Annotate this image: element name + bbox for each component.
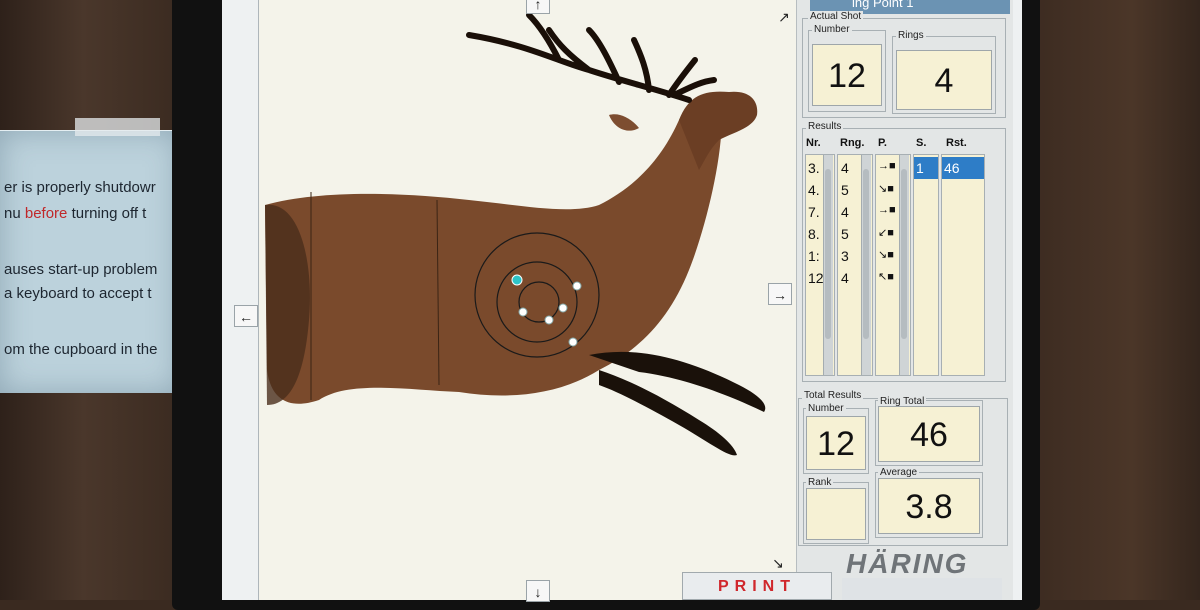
total-results-title: Total Results bbox=[802, 390, 864, 401]
deer-target[interactable] bbox=[259, 0, 799, 600]
shot-marker bbox=[544, 315, 554, 325]
list-item[interactable]: 7. bbox=[808, 204, 820, 220]
corner-resize-icon[interactable]: ↘ bbox=[766, 552, 790, 574]
col-rst-header: Rst. bbox=[946, 137, 967, 149]
nav-down-button[interactable]: ↓ bbox=[526, 580, 550, 602]
notice-line: a keyboard to accept t bbox=[4, 285, 152, 302]
list-s[interactable] bbox=[913, 154, 939, 376]
direction-icon[interactable]: ↘■ bbox=[878, 182, 894, 195]
list-rst[interactable] bbox=[941, 154, 985, 376]
list-item[interactable]: 5 bbox=[841, 182, 849, 198]
direction-icon[interactable]: →■ bbox=[878, 160, 896, 172]
notice-line: om the cupboard in the bbox=[4, 341, 158, 358]
average-value: 3.8 bbox=[878, 478, 980, 534]
actual-shot-title: Actual Shot bbox=[808, 11, 864, 22]
nav-left-button[interactable]: ← bbox=[234, 305, 258, 327]
list-item-selected[interactable]: 1 bbox=[914, 157, 938, 179]
list-item[interactable]: 4. bbox=[808, 182, 820, 198]
scrollbar-nr[interactable] bbox=[823, 155, 833, 375]
list-item[interactable]: 3. bbox=[808, 160, 820, 176]
list-item[interactable]: 4 bbox=[841, 204, 849, 220]
direction-icon[interactable]: ↖■ bbox=[878, 270, 894, 283]
actual-number-value: 12 bbox=[812, 44, 882, 106]
rings-label: Rings bbox=[896, 30, 926, 41]
nav-right-button[interactable]: → bbox=[768, 283, 792, 305]
total-number-value: 12 bbox=[806, 416, 866, 470]
rank-value bbox=[806, 488, 866, 540]
direction-icon[interactable]: ↙■ bbox=[878, 226, 894, 239]
deer-antlers bbox=[466, 12, 717, 103]
deer-legs bbox=[589, 351, 766, 456]
shot-marker bbox=[518, 307, 528, 317]
shot-marker bbox=[568, 337, 578, 347]
wall-right bbox=[1030, 0, 1200, 600]
notice-paper: er is properly shutdowr nu before turnin… bbox=[0, 130, 178, 393]
col-nr-header: Nr. bbox=[806, 137, 821, 149]
target-view[interactable] bbox=[258, 0, 800, 600]
taskbar bbox=[842, 578, 1002, 600]
col-s-header: S. bbox=[916, 137, 927, 149]
direction-icon[interactable]: ↘■ bbox=[878, 248, 894, 261]
list-item[interactable]: 8. bbox=[808, 226, 820, 242]
actual-rings-value: 4 bbox=[896, 50, 992, 110]
tape bbox=[75, 118, 160, 136]
shot-marker bbox=[572, 281, 582, 291]
list-item[interactable]: 1: bbox=[808, 248, 820, 264]
notice-line: er is properly shutdowr bbox=[4, 179, 156, 196]
col-p-header: P. bbox=[878, 137, 887, 149]
list-item[interactable]: 4 bbox=[841, 270, 849, 286]
nav-up-button[interactable]: ↑ bbox=[526, 0, 550, 14]
haering-logo: HÄRING bbox=[846, 548, 969, 579]
shot-marker bbox=[558, 303, 568, 313]
direction-icon[interactable]: →■ bbox=[878, 204, 896, 216]
panel-header-title: ing Point 1 bbox=[852, 0, 914, 10]
list-item[interactable]: 12 bbox=[808, 270, 824, 286]
col-rng-header: Rng. bbox=[840, 137, 865, 149]
scrollbar-p[interactable] bbox=[899, 155, 909, 375]
total-number-label: Number bbox=[806, 403, 846, 414]
corner-expand-icon[interactable]: ↗ bbox=[772, 6, 796, 28]
notice-line: nu before turning off t bbox=[4, 205, 147, 222]
average-label: Average bbox=[878, 467, 920, 478]
print-button[interactable]: PRINT bbox=[682, 572, 832, 600]
results-title: Results bbox=[806, 121, 844, 132]
list-item[interactable]: 3 bbox=[841, 248, 849, 264]
ring-total-value: 46 bbox=[878, 406, 980, 462]
list-item[interactable]: 4 bbox=[841, 160, 849, 176]
notice-line: auses start-up problem bbox=[4, 261, 158, 278]
shot-marker bbox=[511, 274, 523, 286]
list-item-selected[interactable]: 46 bbox=[942, 157, 984, 179]
number-label: Number bbox=[812, 24, 852, 35]
list-item[interactable]: 5 bbox=[841, 226, 849, 242]
rank-label: Rank bbox=[806, 477, 834, 488]
scrollbar-rng[interactable] bbox=[861, 155, 871, 375]
